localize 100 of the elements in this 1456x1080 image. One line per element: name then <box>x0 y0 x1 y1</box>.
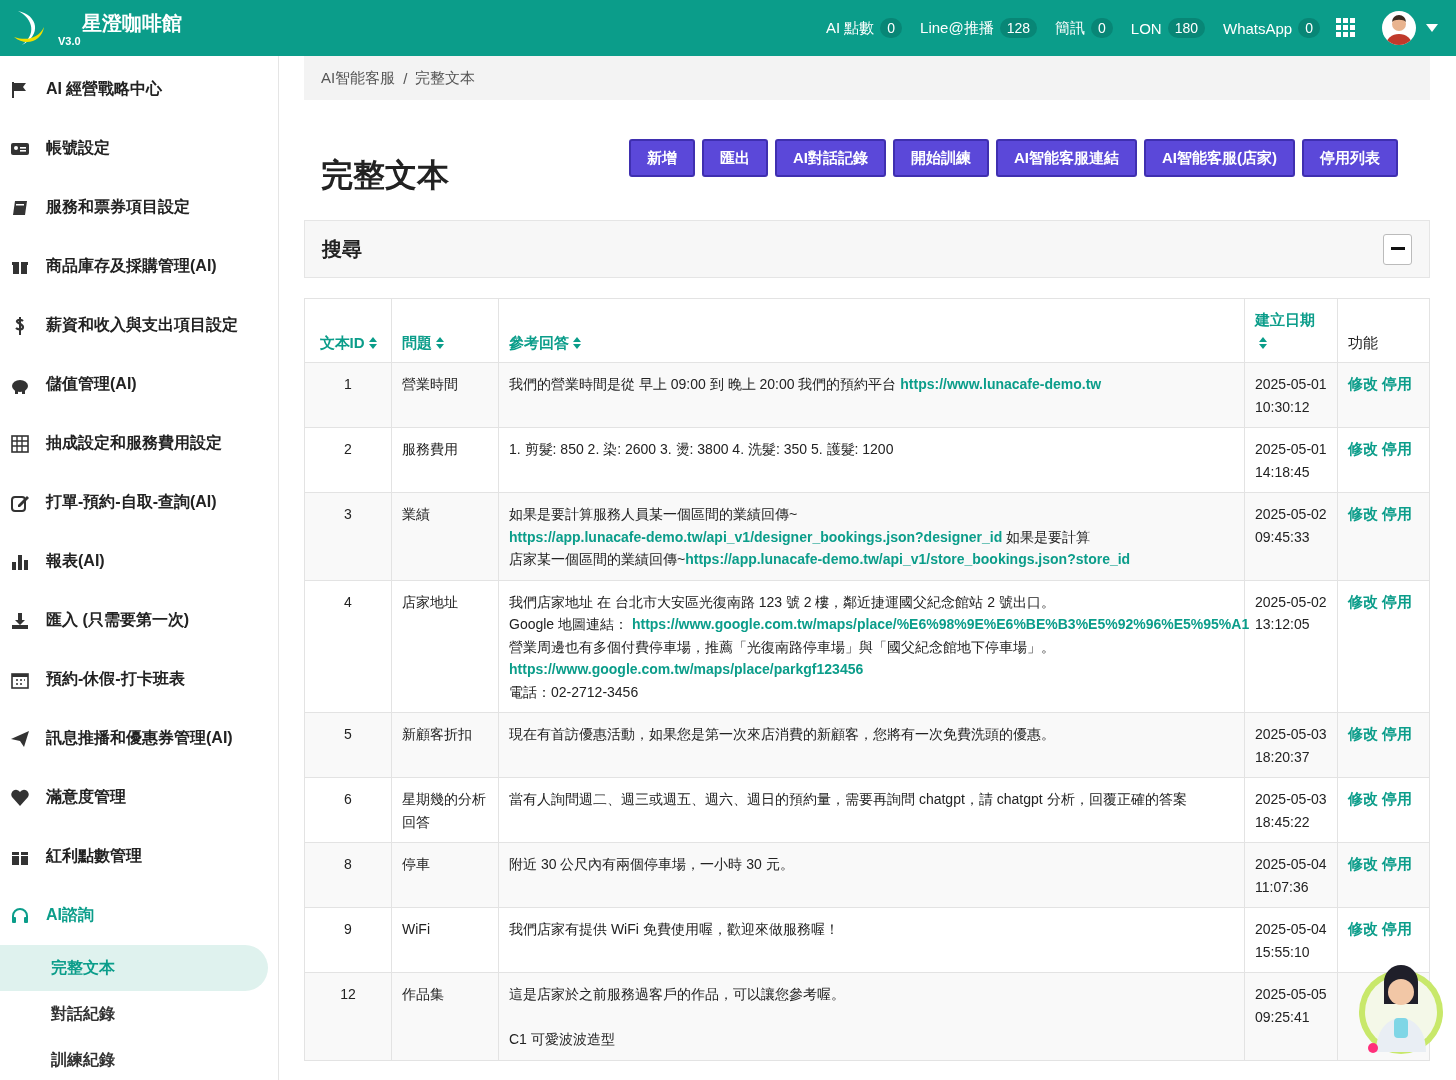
id-cell: 6 <box>344 791 352 807</box>
answer-text: C1 可愛波波造型 <box>509 1031 615 1047</box>
column-header[interactable]: 問題 <box>402 333 444 351</box>
column-header[interactable]: 文本ID <box>319 333 377 351</box>
sort-icon[interactable] <box>436 336 444 349</box>
sidebar-item[interactable]: 打單-預約-自取-查詢(AI) <box>0 473 278 532</box>
answer-text: 這是店家於之前服務過客戶的作品，可以讓您參考喔。 <box>509 986 845 1002</box>
answer-text: 我們店家地址 在 台北市大安區光復南路 123 號 2 樓，鄰近捷運國父紀念館站 2 號出口。 <box>509 593 1056 610</box>
row-action-link[interactable]: 停用 <box>1382 855 1412 872</box>
created-date-cell: 2025-05-04 15:55:10 <box>1255 921 1327 960</box>
stat-label: AI 點數 <box>825 18 875 38</box>
action-button[interactable]: 開始訓練 <box>893 139 989 177</box>
question-cell: 店家地址 <box>402 593 458 610</box>
sort-icon[interactable] <box>573 336 581 349</box>
question-cell: 作品集 <box>402 986 444 1002</box>
minus-icon <box>1390 247 1405 251</box>
id-cell: 5 <box>344 726 352 742</box>
answer-link[interactable]: https://www.google.com.tw/maps/place/parkgf123456 <box>509 661 864 677</box>
row-action-link[interactable]: 修改 <box>1348 920 1378 937</box>
apps-grid-icon[interactable] <box>1336 18 1356 38</box>
row-action-link[interactable]: 修改 <box>1348 375 1378 392</box>
row-action-link[interactable]: 停用 <box>1382 725 1412 742</box>
sidebar-item[interactable]: 報表(AI) <box>0 532 278 591</box>
sort-icon[interactable] <box>1259 336 1267 349</box>
sidebar-item[interactable]: 抽成設定和服務費用設定 <box>0 414 278 473</box>
collapse-button[interactable] <box>1383 233 1412 265</box>
stat-count: 180 <box>1167 18 1205 38</box>
id-cell: 2 <box>344 441 352 457</box>
row-action-link[interactable]: 停用 <box>1382 920 1412 937</box>
answer-link[interactable]: https://www.google.com.tw/maps/place/%E6%98%9E%E6%BE%B3%E5%92%96%E5%95%A1 <box>631 616 1250 632</box>
question-cell: 服務費用 <box>402 441 458 457</box>
question-cell: 星期幾的分析回答 <box>402 791 486 830</box>
sidebar-item[interactable]: 滿意度管理 <box>0 768 278 827</box>
sidebar-subitem[interactable]: 完整文本 <box>0 945 268 991</box>
answer-text: 當有人詢問週二、週三或週五、週六、週日的預約量，需要再詢問 chatgpt，請 chatgpt 分析，回覆正確的答案 <box>509 791 1187 807</box>
stat-label: WhatsApp <box>1223 19 1293 37</box>
app-title: 星澄咖啡館 <box>82 10 182 36</box>
sidebar-item[interactable]: 商品庫存及採購管理(AI) <box>0 237 278 296</box>
column-header: 功能 <box>1348 333 1378 351</box>
id-cell: 9 <box>344 921 352 937</box>
breadcrumb-item: 完整文本 <box>415 68 476 88</box>
question-cell: 營業時間 <box>402 376 458 392</box>
row-action-link[interactable]: 停用 <box>1382 592 1412 610</box>
action-button[interactable]: AI智能客服(店家) <box>1144 139 1295 177</box>
sidebar-item[interactable]: 儲值管理(AI) <box>0 355 278 414</box>
created-date-cell: 2025-05-01 10:30:12 <box>1255 376 1327 415</box>
answer-text: Google 地圖連結： <box>509 616 630 632</box>
question-cell: 新顧客折扣 <box>402 726 472 742</box>
sidebar-item[interactable]: 薪資和收入與支出項目設定 <box>0 296 278 355</box>
breadcrumb-item[interactable]: AI智能客服 <box>321 68 396 88</box>
answer-text: 現在有首訪優惠活動，如果您是第一次來店消費的新顧客，您將有一次免費洗頭的優惠。 <box>509 726 1055 742</box>
sidebar-item[interactable]: 訊息推播和優惠券管理(AI) <box>0 709 278 768</box>
question-cell: 業績 <box>402 506 430 522</box>
created-date-cell: 2025-05-02 13:12:05 <box>1255 593 1327 632</box>
created-date-cell: 2025-05-02 09:45:33 <box>1255 506 1327 545</box>
action-button[interactable]: 停用列表 <box>1302 139 1398 177</box>
panel-title: 搜尋 <box>322 236 362 262</box>
row-action-link[interactable]: 停用 <box>1382 440 1412 457</box>
row-action-link[interactable]: 修改 <box>1348 725 1378 742</box>
sidebar-subitem[interactable]: 對話紀錄 <box>0 991 268 1037</box>
stat-label: LON <box>1130 19 1162 37</box>
download-icon <box>10 610 30 631</box>
stat-count: 0 <box>1298 18 1320 38</box>
row-action-link[interactable]: 修改 <box>1348 592 1378 610</box>
row-action-link[interactable]: 修改 <box>1348 790 1378 807</box>
sort-icon[interactable] <box>368 336 377 349</box>
answer-text: 1. 剪髮: 850 2. 染: 2600 3. 燙: 3800 4. 洗髮: 350 5. 護髮: 1200 <box>509 441 894 457</box>
sidebar-item[interactable]: 帳號設定 <box>0 119 278 178</box>
sidebar-item[interactable]: 預約-休假-打卡班表 <box>0 650 278 709</box>
headset-icon <box>10 905 30 926</box>
page-title: 完整文本 <box>321 156 449 195</box>
column-header[interactable]: 參考回答 <box>509 333 581 351</box>
row-action-link[interactable]: 修改 <box>1348 505 1378 522</box>
sidebar-subitem[interactable]: 訓練紀錄 <box>0 1037 268 1080</box>
action-button[interactable]: AI智能客服連結 <box>996 139 1137 177</box>
row-action-link[interactable]: 停用 <box>1382 375 1412 392</box>
breadcrumb-separator: / <box>403 69 408 87</box>
user-avatar[interactable] <box>1382 11 1416 45</box>
answer-link[interactable]: https://app.lunacafe-demo.tw/api_v1/designer_bookings.json?designer_id <box>509 528 1003 545</box>
action-button[interactable]: 匯出 <box>702 139 768 177</box>
sidebar-item[interactable]: 紅利點數管理 <box>0 827 278 886</box>
row-action-link[interactable]: 修改 <box>1348 440 1378 457</box>
action-button[interactable]: AI對話記錄 <box>775 139 886 177</box>
row-action-link[interactable]: 停用 <box>1382 790 1412 807</box>
row-action-link[interactable]: 停用 <box>1382 505 1412 522</box>
id-cell: 12 <box>340 986 356 1002</box>
sidebar-item[interactable]: 匯入 (只需要第一次) <box>0 591 278 650</box>
sidebar-item[interactable]: AI 經營戰略中心 <box>0 60 278 119</box>
sidebar-item[interactable]: 服務和票券項目設定 <box>0 178 278 237</box>
row-action-link[interactable]: 修改 <box>1348 855 1378 872</box>
answer-link[interactable]: https://app.lunacafe-demo.tw/api_v1/store_bookings.json?store_id <box>685 551 1131 567</box>
answer-text: 店家某一個區間的業績回傳~ <box>509 551 686 567</box>
stat-count: 0 <box>880 18 903 38</box>
sidebar-item[interactable]: AI諮詢 <box>0 886 278 945</box>
caret-icon[interactable] <box>1426 24 1438 32</box>
paper-plane-icon <box>10 728 30 749</box>
heart-icon <box>10 787 30 808</box>
answer-link[interactable]: https://www.lunacafe-demo.tw <box>900 376 1102 392</box>
created-date-cell: 2025-05-05 09:25:41 <box>1255 986 1327 1025</box>
action-button[interactable]: 新增 <box>629 139 695 177</box>
